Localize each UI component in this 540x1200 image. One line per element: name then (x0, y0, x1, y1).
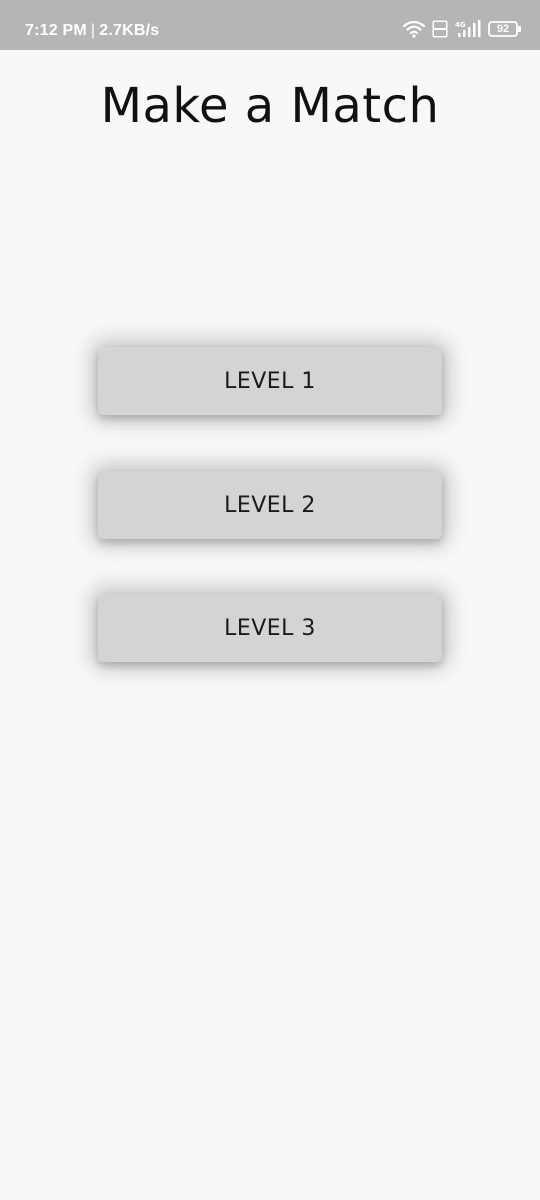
status-time: 7:12 PM (25, 22, 87, 39)
battery-icon: 92 (488, 21, 522, 37)
signal-icon: 4G (454, 20, 482, 38)
volte-icon (432, 20, 448, 38)
status-bar: 7:12 PM | 2.7KB/s 4G 92 (0, 0, 540, 50)
status-left: 7:12 PM | 2.7KB/s (25, 22, 159, 40)
level-3-button[interactable]: LEVEL 3 (98, 594, 442, 662)
page-title: Make a Match (100, 78, 440, 134)
status-icons: 4G 92 (402, 20, 522, 38)
battery-level: 92 (496, 23, 510, 35)
status-separator: | (90, 22, 96, 39)
level-1-button[interactable]: LEVEL 1 (98, 347, 442, 415)
wifi-icon (402, 20, 426, 38)
level-2-button[interactable]: LEVEL 2 (98, 471, 442, 539)
svg-text:4G: 4G (455, 21, 466, 29)
network-speed: 2.7KB/s (99, 22, 160, 39)
